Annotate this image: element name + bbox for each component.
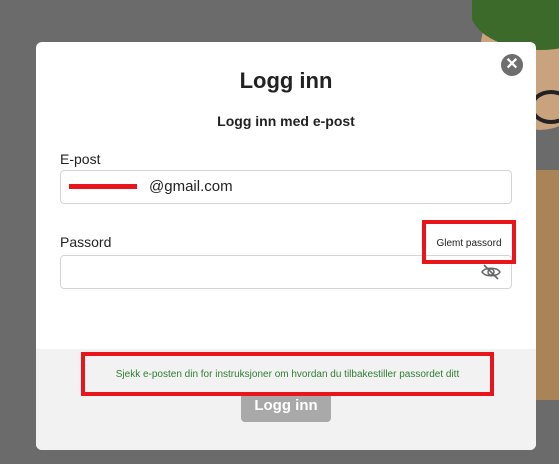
notice-highlight: Sjekk e-posten din for instruksjoner om …: [81, 352, 494, 396]
email-field[interactable]: @gmail.com: [60, 170, 512, 204]
login-modal: ✕ Logg inn Logg inn med e-post E-post @g…: [36, 42, 536, 450]
email-value: @gmail.com: [149, 178, 233, 195]
eye-slash-icon[interactable]: [481, 264, 501, 280]
password-label: Passord: [60, 234, 112, 250]
modal-subtitle: Logg inn med e-post: [217, 113, 355, 129]
modal-title: Logg inn: [239, 68, 333, 93]
forgot-password-link[interactable]: Glemt passord: [426, 238, 512, 249]
reset-notice: Sjekk e-posten din for instruksjoner om …: [115, 369, 460, 380]
redaction-mark: [69, 184, 137, 189]
email-label: E-post: [60, 151, 101, 167]
forgot-password-highlight: Glemt passord: [422, 220, 516, 264]
